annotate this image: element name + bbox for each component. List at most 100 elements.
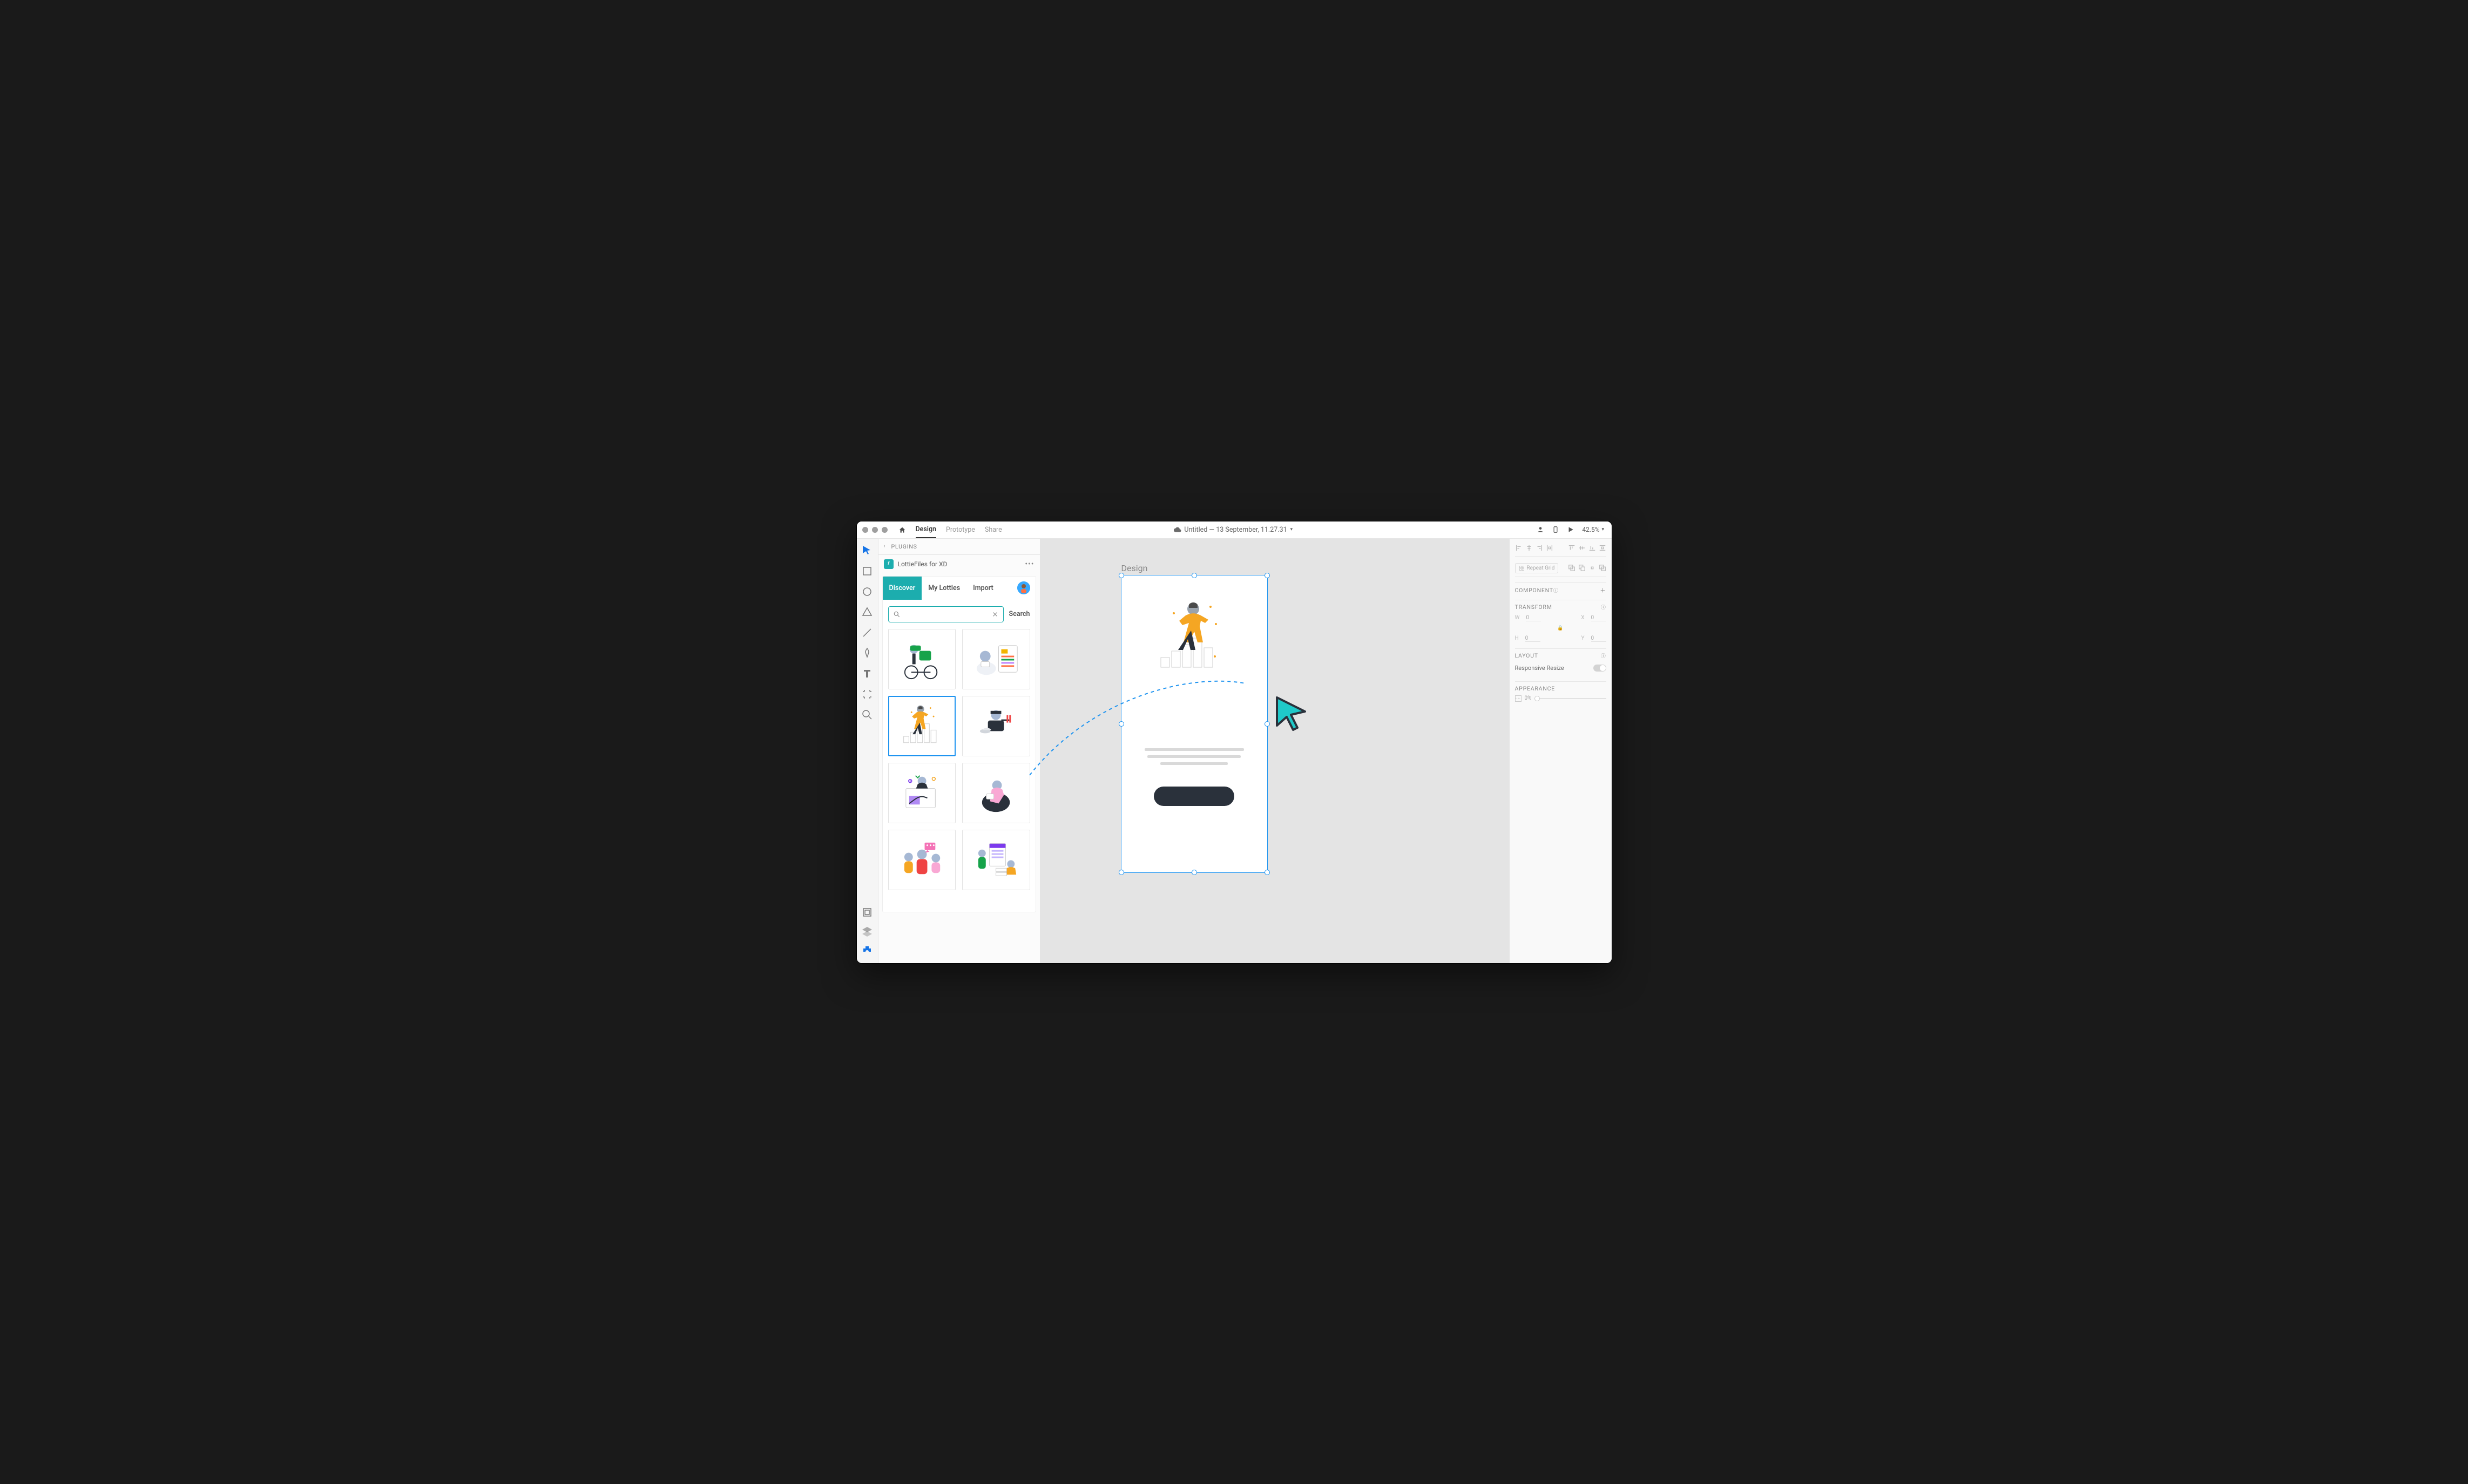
opacity-slider[interactable]: [1534, 698, 1606, 699]
plugin-logo-icon: f: [884, 559, 894, 569]
zoom-tool[interactable]: [861, 708, 874, 721]
titlebar-right: 42.5% ▾: [1537, 526, 1606, 533]
resize-handle[interactable]: [1265, 573, 1270, 578]
align-right-icon[interactable]: [1536, 544, 1543, 552]
placeholder-line: [1145, 748, 1244, 751]
align-left-icon[interactable]: [1515, 544, 1523, 552]
x-input[interactable]: 0: [1591, 615, 1606, 621]
align-vcenter-icon[interactable]: [1578, 544, 1586, 552]
tool-rail: [857, 539, 878, 963]
layers-icon[interactable]: [861, 925, 874, 938]
search-input-wrapper[interactable]: [888, 606, 1004, 622]
resize-handle[interactable]: [1265, 870, 1270, 875]
placeholder-lines: [1145, 748, 1244, 765]
clear-icon[interactable]: [991, 611, 999, 618]
panel-back[interactable]: ‹ PLUGINS: [878, 539, 1040, 555]
asset-card[interactable]: [888, 629, 956, 689]
repeat-grid-button[interactable]: Repeat Grid: [1515, 563, 1559, 573]
plugins-icon[interactable]: [861, 945, 874, 958]
align-top-icon[interactable]: [1568, 544, 1576, 552]
height-input[interactable]: 0: [1525, 635, 1540, 642]
lottie-tab-mylotties[interactable]: My Lotties: [922, 577, 966, 600]
artboard-content: [1121, 575, 1267, 872]
add-component-icon[interactable]: ＋: [1600, 586, 1606, 594]
select-tool[interactable]: [861, 544, 874, 557]
asset-card-selected[interactable]: [888, 696, 956, 756]
canvas[interactable]: Design: [1040, 539, 1509, 963]
intersect-icon[interactable]: [1588, 564, 1596, 572]
exclude-icon[interactable]: [1599, 564, 1606, 572]
responsive-toggle[interactable]: [1593, 665, 1606, 672]
search-input[interactable]: [904, 611, 988, 618]
resize-handle[interactable]: [1119, 870, 1124, 875]
minimize-dot[interactable]: [872, 527, 878, 533]
plugin-header: f LottieFiles for XD •••: [878, 555, 1040, 573]
artboard-label[interactable]: Design: [1121, 563, 1148, 573]
cursor-icon: [1273, 694, 1310, 732]
search-button[interactable]: Search: [1009, 610, 1030, 618]
asset-card[interactable]: [962, 763, 1030, 823]
repeat-grid-row: Repeat Grid: [1515, 560, 1606, 577]
resize-handle[interactable]: [1119, 721, 1124, 727]
rectangle-tool[interactable]: [861, 565, 874, 578]
lottie-plugin-body: Discover My Lotties Import Search: [883, 577, 1036, 912]
plugin-name: LottieFiles for XD: [898, 560, 1021, 568]
asset-card[interactable]: [888, 763, 956, 823]
resize-handle[interactable]: [1265, 721, 1270, 727]
text-tool[interactable]: [861, 667, 874, 680]
artboard-tool[interactable]: [861, 688, 874, 701]
transform-section-header: TRANSFORM ⓘ: [1515, 600, 1606, 611]
pen-tool[interactable]: [861, 647, 874, 660]
ellipse-tool[interactable]: [861, 585, 874, 598]
distribute-v-icon[interactable]: [1599, 544, 1606, 552]
polygon-tool[interactable]: [861, 606, 874, 619]
subtract-icon[interactable]: [1578, 564, 1586, 572]
plugin-panel: ‹ PLUGINS f LottieFiles for XD ••• Disco…: [878, 539, 1040, 963]
resize-handle[interactable]: [1192, 870, 1197, 875]
width-input[interactable]: 0: [1526, 615, 1541, 621]
lottie-tab-import[interactable]: Import: [966, 577, 1000, 600]
more-icon[interactable]: •••: [1025, 560, 1034, 568]
user-icon[interactable]: [1537, 526, 1544, 533]
info-icon[interactable]: ⓘ: [1553, 587, 1559, 594]
window-controls[interactable]: [862, 527, 888, 533]
document-title-text: Untitled — 13 September, 11.27.31: [1184, 526, 1287, 534]
asset-card[interactable]: [888, 830, 956, 890]
close-dot[interactable]: [862, 527, 868, 533]
mode-tabs: Design Prototype Share: [898, 521, 1002, 538]
asset-card[interactable]: [962, 830, 1030, 890]
document-title[interactable]: Untitled — 13 September, 11.27.31 ▾: [1173, 526, 1294, 534]
artboard[interactable]: [1121, 575, 1267, 872]
play-icon[interactable]: [1567, 526, 1574, 533]
tab-prototype[interactable]: Prototype: [946, 522, 975, 538]
assets-icon[interactable]: [861, 906, 874, 919]
line-tool[interactable]: [861, 626, 874, 639]
cta-placeholder: [1154, 787, 1235, 806]
home-icon[interactable]: [898, 526, 906, 533]
maximize-dot[interactable]: [882, 527, 888, 533]
resize-handle[interactable]: [1192, 573, 1197, 578]
tab-share[interactable]: Share: [985, 522, 1002, 538]
lottie-tab-discover[interactable]: Discover: [883, 577, 922, 600]
info-icon[interactable]: ⓘ: [1601, 604, 1606, 611]
tab-design[interactable]: Design: [916, 521, 937, 538]
app-window: Design Prototype Share Untitled — 13 Sep…: [856, 521, 1612, 964]
zoom-control[interactable]: 42.5% ▾: [1582, 526, 1606, 533]
avatar[interactable]: [1017, 581, 1030, 594]
align-bottom-icon[interactable]: [1588, 544, 1596, 552]
placed-illustration[interactable]: [1132, 586, 1256, 683]
lock-aspect-icon[interactable]: 🔒: [1515, 626, 1606, 631]
device-preview-icon[interactable]: [1552, 526, 1559, 533]
resize-handle[interactable]: [1119, 573, 1124, 578]
align-hcenter-icon[interactable]: [1525, 544, 1533, 552]
union-icon[interactable]: [1568, 564, 1576, 572]
info-icon[interactable]: ⓘ: [1601, 652, 1606, 659]
lottie-tabs: Discover My Lotties Import: [883, 577, 1036, 600]
repeat-grid-label: Repeat Grid: [1527, 565, 1555, 571]
transform-label: TRANSFORM: [1515, 604, 1552, 611]
opacity-value[interactable]: 0%: [1525, 695, 1532, 701]
distribute-h-icon[interactable]: [1546, 544, 1553, 552]
asset-card[interactable]: [962, 696, 1030, 756]
y-input[interactable]: 0: [1591, 635, 1606, 642]
asset-card[interactable]: [962, 629, 1030, 689]
